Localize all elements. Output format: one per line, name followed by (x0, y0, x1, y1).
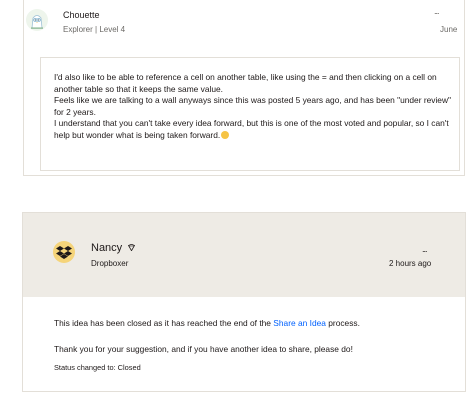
author-name[interactable]: Chouette (63, 10, 100, 20)
post-date: 2 hours ago (389, 259, 432, 268)
closed-message-suffix: process. (325, 318, 360, 328)
blush-emoji-icon (221, 130, 230, 139)
comment-paragraph: I understand that you can't take every i… (54, 118, 454, 141)
staff-rank: Dropboxer (91, 259, 129, 268)
staff-reply-card: Nancy Dropboxer ... 2 hours ago This ide… (22, 212, 466, 392)
post-date: June (440, 25, 458, 34)
thanks-message: Thank you for your suggestion, and if yo… (54, 344, 353, 354)
staff-reply-header (23, 213, 465, 297)
staff-author-name[interactable]: Nancy (91, 242, 122, 254)
author-rank: Explorer | Level 4 (63, 25, 126, 34)
comment-paragraph: I'd also like to be able to reference a … (54, 72, 437, 94)
owl-avatar-icon[interactable] (26, 9, 48, 31)
staff-badge-icon (127, 243, 136, 253)
closed-message-prefix: This idea has been closed as it has reac… (54, 318, 274, 328)
closed-message: This idea has been closed as it has reac… (54, 318, 360, 328)
more-options-button[interactable]: ... (434, 6, 439, 16)
comment-paragraph: Feels like we are talking to a wall anyw… (54, 95, 451, 117)
dropbox-avatar-icon[interactable] (53, 241, 75, 263)
comment-body: I'd also like to be able to reference a … (54, 72, 454, 142)
status-change: Status changed to: Closed (54, 363, 141, 372)
more-options-button[interactable]: ... (422, 244, 427, 254)
share-an-idea-link[interactable]: Share an Idea (273, 318, 326, 328)
comment-paragraph-text: I understand that you can't take every i… (54, 118, 449, 140)
